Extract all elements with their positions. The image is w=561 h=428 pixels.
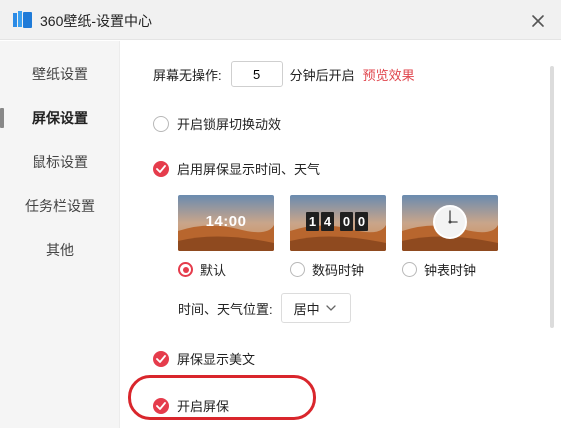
title-bar: 360壁纸-设置中心 <box>0 0 561 40</box>
position-row: 时间、天气位置: 居中 <box>178 293 351 323</box>
clock-style-analog-option[interactable]: 钟表时钟 <box>402 260 476 279</box>
checkmark-icon <box>156 401 166 410</box>
flip-clock-digits: 1 4 0 0 <box>306 212 370 231</box>
sidebar-item-screensaver[interactable]: 屏保设置 <box>0 101 120 135</box>
lock-animation-checkbox[interactable] <box>153 115 169 132</box>
window-title: 360壁纸-设置中心 <box>40 13 153 29</box>
clock-style-analog-thumb[interactable] <box>402 195 498 251</box>
lock-animation-option[interactable]: 开启锁屏切换动效 <box>153 114 281 133</box>
sidebar-item-mouse[interactable]: 鼠标设置 <box>0 145 120 179</box>
clock-style-digital-label: 数码时钟 <box>312 263 365 278</box>
idle-suffix-label: 分钟后开启 <box>289 67 355 83</box>
vertical-scrollbar[interactable] <box>550 66 554 328</box>
clock-style-default-thumb[interactable]: 14:00 <box>178 195 274 251</box>
flip-digit: 1 <box>306 212 319 231</box>
flip-digit: 0 <box>355 212 368 231</box>
settings-panel: 屏幕无操作: 分钟后开启 预览效果 开启锁屏切换动效 启用屏保显示时间、天气 1… <box>121 41 561 428</box>
sidebar-item-label: 其他 <box>46 242 74 258</box>
show-quotes-checkbox[interactable] <box>153 350 169 367</box>
enable-screensaver-checkbox[interactable] <box>153 397 169 414</box>
position-value: 居中 <box>293 301 320 317</box>
checkmark-icon <box>156 164 166 173</box>
app-logo-icon <box>13 11 32 28</box>
show-quotes-label: 屏保显示美文 <box>177 352 256 367</box>
lock-animation-label: 开启锁屏切换动效 <box>177 117 282 132</box>
show-time-weather-label: 启用屏保显示时间、天气 <box>177 162 321 177</box>
idle-minutes-input[interactable] <box>230 61 283 87</box>
clock-style-default-radio[interactable] <box>178 262 193 277</box>
close-icon[interactable] <box>528 11 548 31</box>
clock-style-analog-radio[interactable] <box>402 262 417 277</box>
position-label: 时间、天气位置: <box>178 301 273 317</box>
clock-style-default-label: 默认 <box>200 263 227 278</box>
clock-style-digital-option[interactable]: 数码时钟 <box>290 260 364 279</box>
flip-digit: 0 <box>340 212 353 231</box>
analog-clock-icon <box>433 205 467 239</box>
checkmark-icon <box>156 354 166 363</box>
sidebar-item-label: 任务栏设置 <box>25 198 95 214</box>
clock-style-analog-label: 钟表时钟 <box>424 263 477 278</box>
clock-style-digital-thumb[interactable]: 1 4 0 0 <box>290 195 386 251</box>
sidebar-item-taskbar[interactable]: 任务栏设置 <box>0 189 120 223</box>
default-clock-preview: 14:00 <box>205 213 247 230</box>
chevron-down-icon <box>325 305 336 311</box>
sidebar-item-other[interactable]: 其他 <box>0 233 120 267</box>
active-indicator <box>0 108 4 128</box>
sidebar-item-label: 屏保设置 <box>32 110 88 126</box>
sidebar: 壁纸设置 屏保设置 鼠标设置 任务栏设置 其他 <box>0 41 120 428</box>
enable-screensaver-label: 开启屏保 <box>177 399 230 414</box>
clock-style-default-option[interactable]: 默认 <box>178 260 226 279</box>
flip-digit: 4 <box>321 212 334 231</box>
show-quotes-option[interactable]: 屏保显示美文 <box>153 349 255 368</box>
preview-link[interactable]: 预览效果 <box>363 65 415 84</box>
idle-row: 屏幕无操作: 分钟后开启 预览效果 <box>153 61 415 87</box>
show-time-weather-checkbox[interactable] <box>153 160 169 177</box>
enable-screensaver-option[interactable]: 开启屏保 <box>153 396 229 415</box>
position-dropdown[interactable]: 居中 <box>280 293 351 323</box>
idle-prefix-label: 屏幕无操作: <box>153 67 222 83</box>
sidebar-item-label: 鼠标设置 <box>32 154 88 170</box>
clock-style-digital-radio[interactable] <box>290 262 305 277</box>
sidebar-item-wallpaper[interactable]: 壁纸设置 <box>0 57 120 91</box>
show-time-weather-option[interactable]: 启用屏保显示时间、天气 <box>153 159 320 178</box>
sidebar-item-label: 壁纸设置 <box>32 66 88 82</box>
